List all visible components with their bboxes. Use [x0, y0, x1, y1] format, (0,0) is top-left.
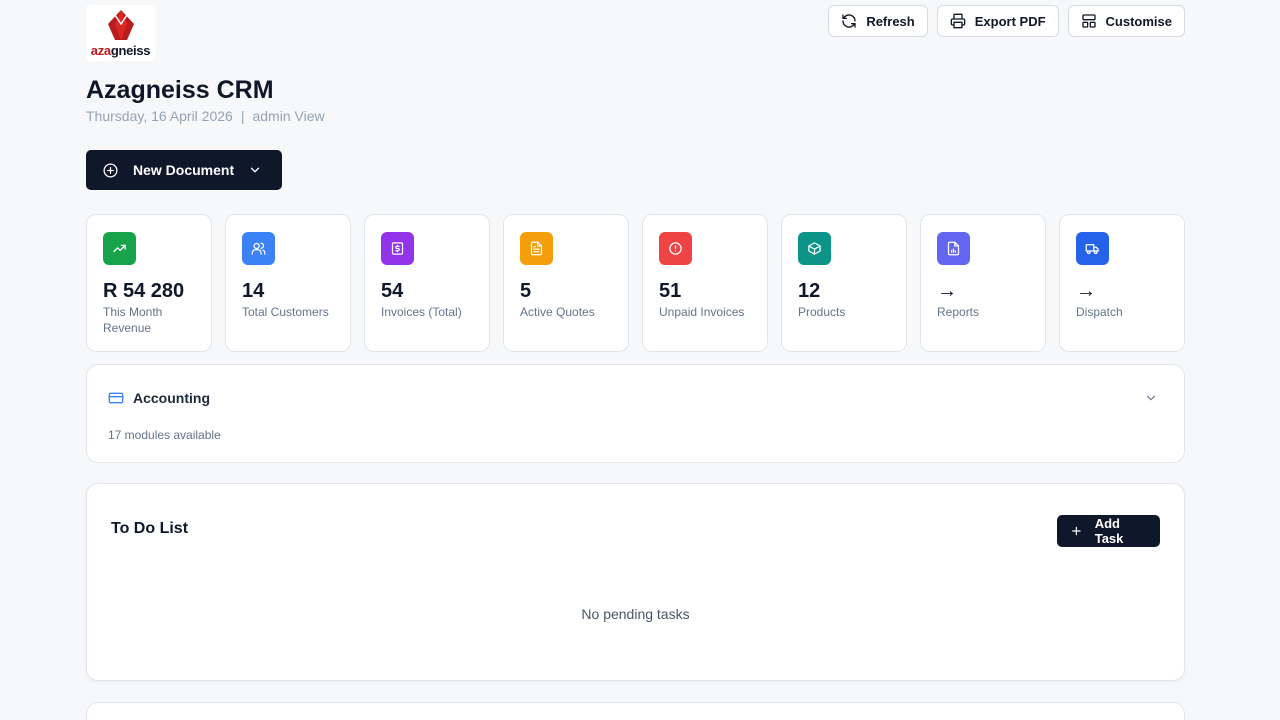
stat-value: →: [937, 280, 957, 302]
customise-label: Customise: [1105, 13, 1172, 29]
stat-value: R 54 280: [103, 280, 185, 302]
stat-label: Active Quotes: [520, 305, 595, 319]
document-icon: [520, 232, 553, 265]
stat-value: →: [1076, 280, 1096, 302]
add-task-button[interactable]: Add Task: [1057, 515, 1160, 547]
stat-label: This Month Revenue: [103, 305, 163, 335]
current-date: Thursday, 16 April 2026: [86, 108, 233, 124]
stat-value: 51: [659, 280, 682, 302]
stat-value: 14: [242, 280, 265, 302]
alert-icon: [659, 232, 692, 265]
next-section-card: [86, 702, 1185, 720]
box-icon: [798, 232, 831, 265]
accounting-subtitle: 17 modules available: [108, 428, 221, 442]
page-title: Azagneiss CRM: [86, 76, 274, 104]
stats-row: R 54 280 This Month Revenue 14 Total Cus…: [86, 214, 1185, 352]
refresh-button[interactable]: Refresh: [828, 5, 928, 37]
stat-value: 12: [798, 280, 821, 302]
stat-card-reports[interactable]: → Reports: [920, 214, 1046, 352]
refresh-icon: [842, 14, 856, 28]
report-icon: [937, 232, 970, 265]
plus-icon: [1072, 526, 1081, 536]
trending-up-icon: [103, 232, 136, 265]
users-icon: [242, 232, 275, 265]
logo-mark-icon: [107, 10, 134, 40]
stat-card-dispatch[interactable]: → Dispatch: [1059, 214, 1185, 352]
toolbar: Refresh Export PDF Customise: [828, 5, 1185, 37]
page-subtitle: Thursday, 16 April 2026 | admin View: [86, 108, 325, 124]
todo-card: To Do List Add Task No pending tasks: [86, 483, 1185, 681]
stat-label: Invoices (Total): [381, 305, 462, 319]
stat-value: 54: [381, 280, 404, 302]
accounting-expand-toggle[interactable]: [1144, 391, 1158, 410]
customise-button[interactable]: Customise: [1067, 5, 1185, 37]
layout-icon: [1081, 14, 1096, 28]
logo-wordmark: azagneiss: [90, 43, 151, 58]
stat-label: Dispatch: [1076, 305, 1123, 319]
accounting-section: Accounting 17 modules available: [86, 364, 1185, 463]
new-document-button[interactable]: New Document: [86, 150, 282, 190]
chevron-down-icon: [250, 167, 260, 173]
brand-logo[interactable]: azagneiss: [86, 5, 155, 61]
stat-label: Reports: [937, 305, 980, 319]
stat-card-invoices[interactable]: 54 Invoices (Total): [364, 214, 490, 352]
refresh-label: Refresh: [866, 13, 915, 29]
truck-icon: [1076, 232, 1109, 265]
export-pdf-button[interactable]: Export PDF: [936, 5, 1059, 37]
stat-card-unpaid[interactable]: 51 Unpaid Invoices: [642, 214, 768, 352]
stat-card-quotes[interactable]: 5 Active Quotes: [503, 214, 629, 352]
new-document-label: New Document: [133, 162, 235, 178]
add-task-label: Add Task: [1094, 516, 1124, 546]
export-pdf-label: Export PDF: [974, 13, 1046, 29]
printer-icon: [950, 13, 966, 29]
accounting-header[interactable]: Accounting: [108, 390, 210, 406]
todo-empty-state: No pending tasks: [581, 606, 690, 622]
view-mode: admin View: [252, 108, 325, 124]
stat-label: Products: [798, 305, 846, 319]
credit-card-icon: [108, 392, 124, 404]
stat-card-products[interactable]: 12 Products: [781, 214, 907, 352]
chevron-down-icon: [1146, 395, 1156, 401]
stat-card-customers[interactable]: 14 Total Customers: [225, 214, 351, 352]
invoice-icon: [381, 232, 414, 265]
accounting-title: Accounting: [133, 390, 210, 406]
todo-title: To Do List: [111, 520, 189, 537]
plus-circle-icon: [103, 162, 118, 178]
stat-value: 5: [520, 280, 532, 302]
stat-label: Unpaid Invoices: [659, 305, 745, 319]
stat-label: Total Customers: [242, 305, 329, 319]
stat-card-revenue[interactable]: R 54 280 This Month Revenue: [86, 214, 212, 352]
subtitle-separator: |: [240, 108, 245, 124]
